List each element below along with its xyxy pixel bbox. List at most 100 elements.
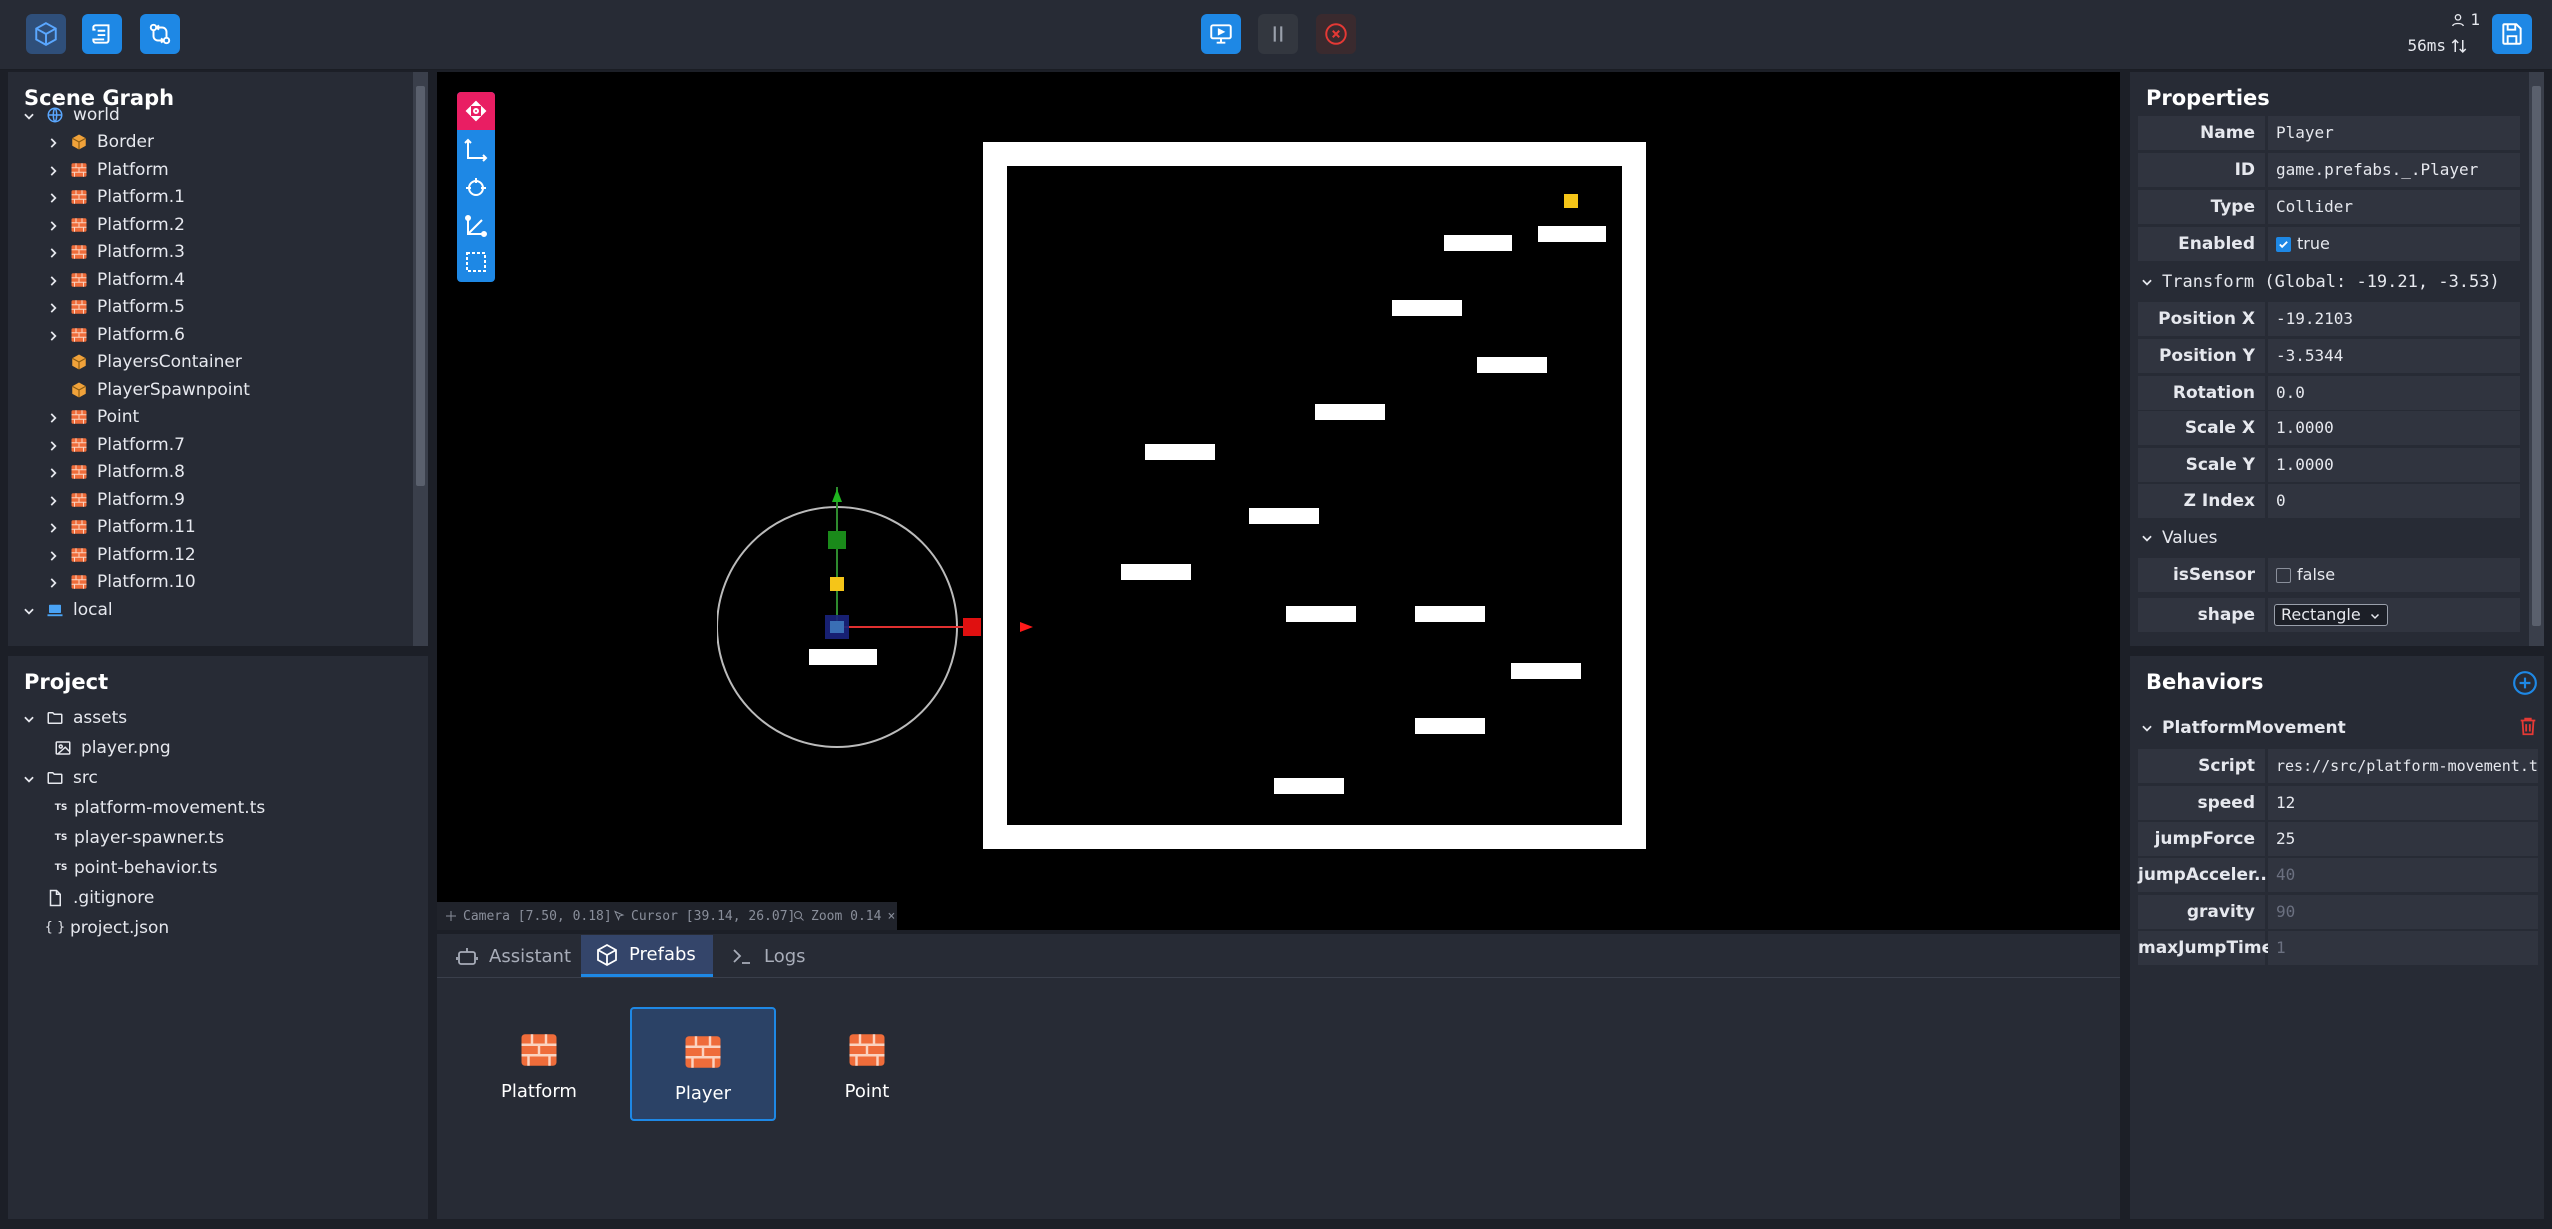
is-sensor-checkbox[interactable]: [2276, 567, 2291, 583]
scene-node[interactable]: Platform.10: [46, 569, 196, 596]
script-path-input[interactable]: res://src/platform-movement.ts: [2268, 749, 2538, 783]
gravity-input[interactable]: 90: [2268, 895, 2538, 929]
scene-node[interactable]: Platform.8: [46, 459, 185, 486]
prop-id-value[interactable]: game.prefabs._.Player: [2268, 153, 2520, 187]
translate-tool-button[interactable]: [464, 138, 488, 166]
scene-node[interactable]: Platform.4: [46, 266, 185, 293]
chevron-right-icon[interactable]: [46, 273, 60, 287]
platform-object[interactable]: [1415, 718, 1485, 734]
scene-node[interactable]: PlayersContainer: [46, 349, 242, 376]
scene-node[interactable]: Platform.3: [46, 239, 185, 266]
scene-node[interactable]: local: [22, 596, 113, 623]
y-axis-arrow[interactable]: [832, 489, 842, 502]
project-file[interactable]: player.png: [54, 734, 171, 761]
platform-object[interactable]: [1145, 444, 1215, 460]
shape-select[interactable]: Rectangle: [2274, 604, 2388, 626]
scene-node[interactable]: world: [22, 101, 120, 128]
scene-node[interactable]: Border: [46, 129, 154, 156]
chevron-right-icon[interactable]: [46, 575, 60, 589]
jump-force-input[interactable]: 25: [2268, 822, 2538, 856]
scene-viewport[interactable]: Camera [7.50, 0.18] Cursor [39.14, 26.07…: [437, 72, 2120, 930]
pause-button[interactable]: [1258, 14, 1298, 54]
scene-node[interactable]: Platform.5: [46, 294, 185, 321]
chevron-right-icon[interactable]: [46, 548, 60, 562]
chevron-right-icon[interactable]: [46, 465, 60, 479]
scene-cube-button[interactable]: [26, 14, 66, 54]
player-transform-gizmo[interactable]: [717, 397, 1037, 777]
prefab-point[interactable]: Point: [794, 1007, 940, 1121]
transform-section-header[interactable]: Transform (Global: -19.21, -3.53): [2140, 272, 2500, 292]
jump-acceleration-input[interactable]: 40: [2268, 858, 2538, 892]
position-x-input[interactable]: -19.2103: [2268, 302, 2520, 336]
scene-node[interactable]: Platform.12: [46, 541, 196, 568]
zoom-reset-button[interactable]: ×: [887, 909, 895, 924]
chevron-right-icon[interactable]: [46, 163, 60, 177]
scene-node[interactable]: Platform.2: [46, 211, 185, 238]
platform-object[interactable]: [1511, 663, 1581, 679]
player-platform[interactable]: [809, 649, 877, 665]
script-button[interactable]: [82, 14, 122, 54]
point-object[interactable]: [1564, 194, 1578, 208]
x-axis-arrow[interactable]: [1020, 622, 1033, 632]
add-behavior-button[interactable]: [2512, 670, 2538, 696]
scene-node[interactable]: Point: [46, 404, 139, 431]
chevron-down-icon[interactable]: [22, 603, 36, 617]
scene-node[interactable]: Platform.7: [46, 431, 185, 458]
tab-assistant[interactable]: Assistant: [455, 935, 571, 977]
chevron-right-icon[interactable]: [46, 300, 60, 314]
rotation-input[interactable]: 0.0: [2268, 376, 2520, 410]
scale-y-input[interactable]: 1.0000: [2268, 448, 2520, 482]
trash-icon[interactable]: [2517, 715, 2539, 737]
x-scale-handle[interactable]: [963, 618, 981, 636]
scene-node[interactable]: Platform.9: [46, 486, 185, 513]
tab-prefabs[interactable]: Prefabs: [581, 935, 713, 977]
chevron-right-icon[interactable]: [46, 218, 60, 232]
position-y-input[interactable]: -3.5344: [2268, 339, 2520, 373]
chevron-right-icon[interactable]: [46, 438, 60, 452]
chevron-right-icon[interactable]: [46, 135, 60, 149]
project-folder[interactable]: src: [22, 764, 98, 791]
project-file[interactable]: .gitignore: [46, 884, 154, 911]
project-file[interactable]: { } project.json: [45, 914, 170, 941]
chevron-down-icon[interactable]: [22, 711, 36, 725]
platform-object[interactable]: [1286, 606, 1356, 622]
chevron-right-icon[interactable]: [46, 410, 60, 424]
platform-object[interactable]: [1477, 357, 1547, 373]
chevron-down-icon[interactable]: [22, 108, 36, 122]
chevron-right-icon[interactable]: [46, 520, 60, 534]
rotate-tool-button[interactable]: [464, 176, 488, 204]
version-control-button[interactable]: [140, 14, 180, 54]
platform-object[interactable]: [1274, 778, 1344, 794]
platform-object[interactable]: [1415, 606, 1485, 622]
max-jump-time-input[interactable]: 1: [2268, 931, 2538, 965]
project-file[interactable]: TS point-behavior.ts: [54, 854, 218, 881]
chevron-right-icon[interactable]: [46, 493, 60, 507]
scene-node[interactable]: Platform.6: [46, 321, 185, 348]
scene-node[interactable]: PlayerSpawnpoint: [46, 376, 250, 403]
scene-graph-scroll-thumb[interactable]: [416, 86, 425, 486]
values-section-header[interactable]: Values: [2140, 528, 2218, 548]
move-tool-button[interactable]: [457, 92, 495, 130]
y-scale-handle[interactable]: [828, 531, 846, 549]
platform-object[interactable]: [1121, 564, 1191, 580]
chevron-right-icon[interactable]: [46, 328, 60, 342]
scene-node[interactable]: Platform.1: [46, 184, 185, 211]
prefab-player[interactable]: Player: [630, 1007, 776, 1121]
scene-graph-scrollbar[interactable]: [413, 72, 428, 646]
project-file[interactable]: TS player-spawner.ts: [54, 824, 224, 851]
chevron-right-icon[interactable]: [46, 245, 60, 259]
chevron-down-icon[interactable]: [22, 771, 36, 785]
project-folder[interactable]: assets: [22, 704, 127, 731]
scene-node[interactable]: Platform.11: [46, 514, 196, 541]
stop-button[interactable]: [1316, 14, 1356, 54]
project-file[interactable]: TS platform-movement.ts: [54, 794, 266, 821]
scene-node[interactable]: Platform: [46, 156, 169, 183]
save-button[interactable]: [2492, 14, 2532, 54]
platform-object[interactable]: [1249, 508, 1319, 524]
tab-logs[interactable]: Logs: [730, 935, 806, 977]
prefab-platform[interactable]: Platform: [466, 1007, 612, 1121]
platform-object[interactable]: [1392, 300, 1462, 316]
prop-name-input[interactable]: Player: [2268, 116, 2520, 150]
enabled-checkbox[interactable]: [2276, 236, 2291, 252]
platform-object[interactable]: [1315, 404, 1385, 420]
